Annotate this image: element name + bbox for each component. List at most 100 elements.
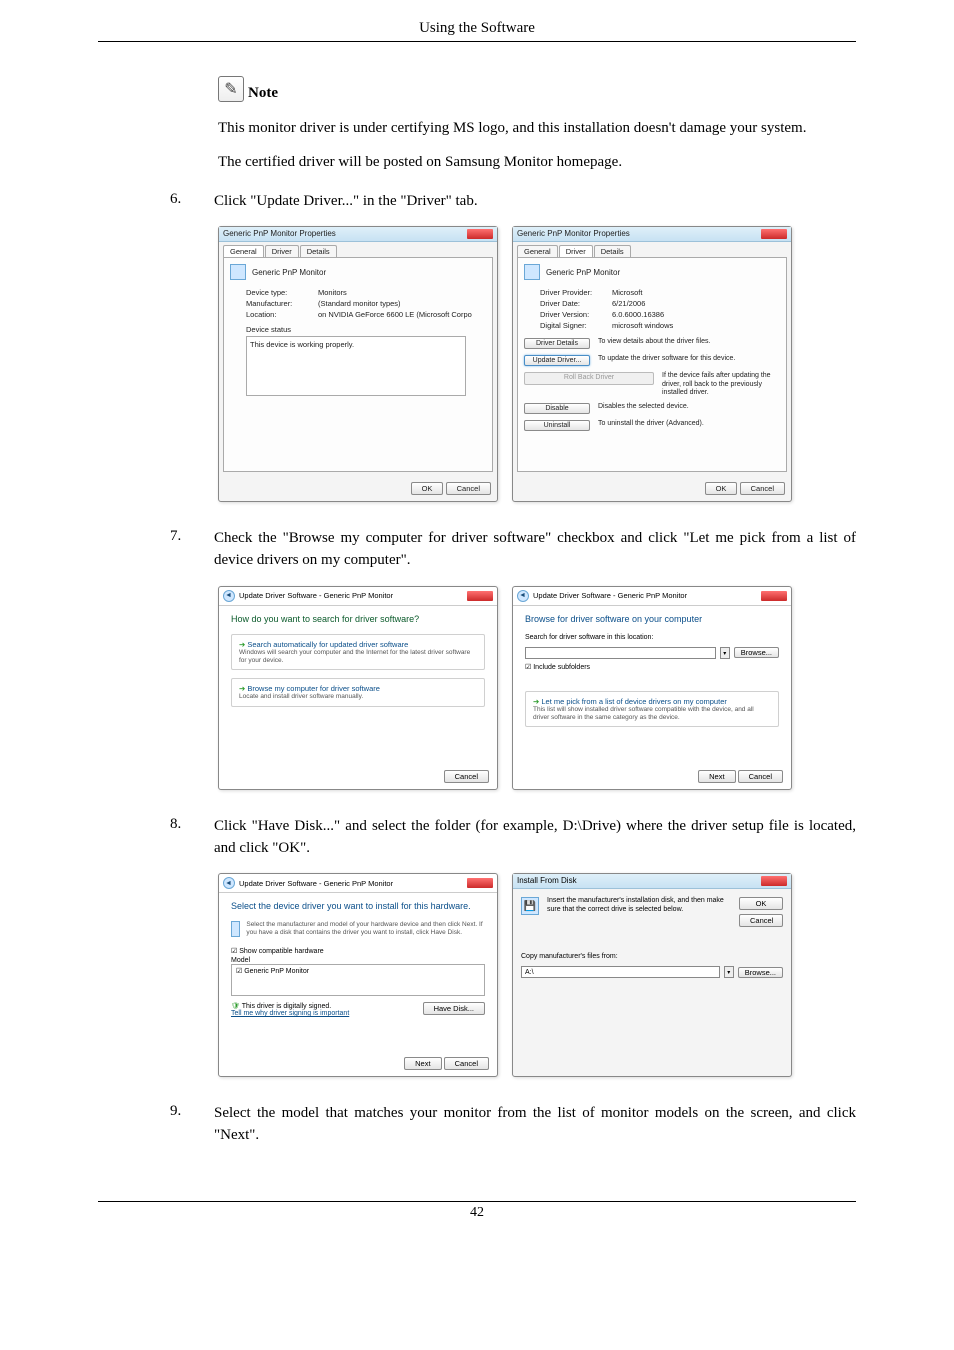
opt-sub: Windows will search your computer and th… [239, 649, 477, 665]
location-input[interactable] [525, 647, 716, 659]
copy-label: Copy manufacturer's files from: [521, 953, 783, 960]
shield-icon: 🛡 [231, 1003, 242, 1010]
tab-general[interactable]: General [223, 245, 264, 257]
tell-me-link[interactable]: Tell me why driver signing is important [231, 1010, 349, 1017]
cancel-button[interactable]: Cancel [740, 482, 785, 495]
step8-text: Click "Have Disk..." and select the fold… [214, 816, 856, 860]
status-box: This device is working properly. [246, 336, 466, 396]
opt-let-me-pick[interactable]: Let me pick from a list of device driver… [525, 691, 779, 728]
model-list[interactable]: ☑ Generic PnP Monitor [231, 964, 485, 996]
close-icon[interactable] [467, 591, 493, 601]
rollback-button: Roll Back Driver [524, 372, 654, 384]
step8-num: 8. [170, 816, 196, 860]
path-input[interactable]: A:\ [521, 966, 720, 978]
step6-text: Click "Update Driver..." in the "Driver"… [214, 191, 856, 213]
cancel-button[interactable]: Cancel [738, 770, 783, 783]
wizard-select-driver: ◄ Update Driver Software - Generic PnP M… [218, 873, 498, 1077]
driver-details-desc: To view details about the driver files. [598, 338, 780, 346]
close-icon[interactable] [467, 229, 493, 239]
monitor-icon [230, 264, 246, 280]
wizard-crumb: Update Driver Software - Generic PnP Mon… [239, 591, 393, 600]
uninstall-button[interactable]: Uninstall [524, 420, 590, 431]
ver-v: 6.0.6000.16386 [612, 310, 664, 319]
opt-search-auto[interactable]: Search automatically for updated driver … [231, 634, 485, 671]
monitor-icon [524, 264, 540, 280]
next-button[interactable]: Next [698, 770, 735, 783]
browse-button[interactable]: Browse... [734, 647, 779, 658]
uninstall-desc: To uninstall the driver (Advanced). [598, 420, 780, 428]
loc-k: Location: [246, 310, 312, 319]
loc-v: on NVIDIA GeForce 6600 LE (Microsoft Cor… [318, 310, 472, 319]
ok-button[interactable]: OK [739, 897, 783, 910]
wizard-browse: ◄ Update Driver Software - Generic PnP M… [512, 586, 792, 790]
disable-button[interactable]: Disable [524, 403, 590, 414]
select-sub: Select the manufacturer and model of you… [246, 921, 485, 937]
dropdown-icon[interactable]: ▾ [720, 647, 730, 659]
wizard-crumb: Update Driver Software - Generic PnP Mon… [239, 879, 393, 888]
ok-button[interactable]: OK [411, 482, 444, 495]
step7-num: 7. [170, 528, 196, 572]
date-k: Driver Date: [540, 299, 606, 308]
next-button[interactable]: Next [404, 1057, 441, 1070]
device-name: Generic PnP Monitor [252, 268, 326, 277]
tab-driver[interactable]: Driver [559, 245, 593, 257]
props-driver-dialog: Generic PnP Monitor Properties General D… [512, 226, 792, 502]
have-disk-button[interactable]: Have Disk... [423, 1002, 485, 1015]
monitor-icon [231, 921, 240, 937]
dropdown-icon[interactable]: ▾ [724, 966, 734, 978]
disable-desc: Disables the selected device. [598, 403, 780, 411]
opt-title: Let me pick from a list of device driver… [533, 697, 771, 706]
close-icon[interactable] [761, 876, 787, 886]
opt-title: Browse my computer for driver software [239, 684, 477, 693]
show-compatible-checkbox[interactable]: ☑ [231, 948, 239, 955]
props-general-dialog: Generic PnP Monitor Properties General D… [218, 226, 498, 502]
show-compatible-label: Show compatible hardware [239, 948, 323, 955]
tab-general[interactable]: General [517, 245, 558, 257]
update-driver-desc: To update the driver software for this d… [598, 355, 780, 363]
disk-title: Install From Disk [517, 876, 577, 886]
device-name: Generic PnP Monitor [546, 268, 620, 277]
note-label: Note [248, 85, 278, 102]
close-icon[interactable] [467, 878, 493, 888]
cancel-button[interactable]: Cancel [739, 914, 783, 927]
note-icon: ✎ [218, 76, 244, 102]
cancel-button[interactable]: Cancel [446, 482, 491, 495]
step7-text: Check the "Browse my computer for driver… [214, 528, 856, 572]
manu-v: (Standard monitor types) [318, 299, 401, 308]
close-icon[interactable] [761, 591, 787, 601]
model-item[interactable]: ☑ Generic PnP Monitor [236, 968, 309, 975]
manu-k: Manufacturer: [246, 299, 312, 308]
page-number: 42 [0, 1202, 954, 1237]
devtype-v: Monitors [318, 288, 347, 297]
close-icon[interactable] [761, 229, 787, 239]
status-label: Device status [246, 325, 486, 334]
wizard-search: ◄ Update Driver Software - Generic PnP M… [218, 586, 498, 790]
props-driver-title: Generic PnP Monitor Properties [517, 229, 630, 239]
include-subfolders-checkbox[interactable]: ☑ [525, 664, 533, 671]
wizard-crumb: Update Driver Software - Generic PnP Mon… [533, 591, 687, 600]
tab-details[interactable]: Details [300, 245, 337, 257]
cancel-button[interactable]: Cancel [444, 770, 489, 783]
ok-button[interactable]: OK [705, 482, 738, 495]
back-icon[interactable]: ◄ [223, 877, 235, 889]
opt-browse-computer[interactable]: Browse my computer for driver software L… [231, 678, 485, 707]
browse-button[interactable]: Browse... [738, 967, 783, 978]
opt-sub: Locate and install driver software manua… [239, 693, 477, 701]
cancel-button[interactable]: Cancel [444, 1057, 489, 1070]
tab-details[interactable]: Details [594, 245, 631, 257]
update-driver-button[interactable]: Update Driver... [524, 355, 590, 366]
tab-driver[interactable]: Driver [265, 245, 299, 257]
back-icon[interactable]: ◄ [223, 590, 235, 602]
opt-sub: This list will show installed driver sof… [533, 706, 771, 722]
driver-details-button[interactable]: Driver Details [524, 338, 590, 349]
signed-label: This driver is digitally signed. [242, 1003, 331, 1010]
devtype-k: Device type: [246, 288, 312, 297]
signer-k: Digital Signer: [540, 321, 606, 330]
ver-k: Driver Version: [540, 310, 606, 319]
note-p1: This monitor driver is under certifying … [218, 118, 856, 138]
back-icon[interactable]: ◄ [517, 590, 529, 602]
date-v: 6/21/2006 [612, 299, 645, 308]
note-p2: The certified driver will be posted on S… [218, 152, 856, 172]
disk-msg: Insert the manufacturer's installation d… [547, 897, 731, 927]
step9-num: 9. [170, 1103, 196, 1147]
